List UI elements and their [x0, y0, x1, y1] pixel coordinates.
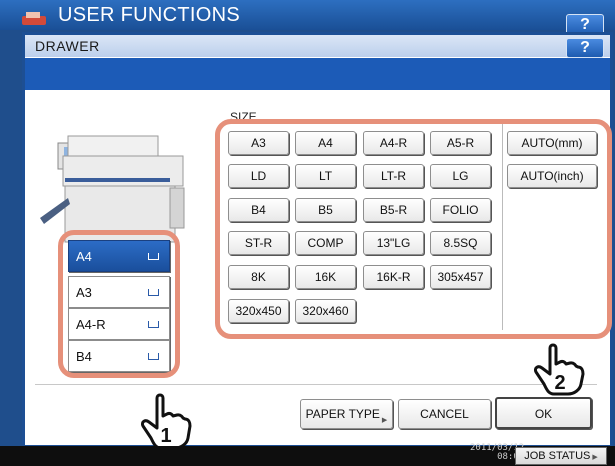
ok-button[interactable]: OK [495, 397, 592, 429]
submenu-arrow-icon: ▶ [381, 417, 388, 424]
printer-illustration [40, 135, 185, 243]
paper-type-label: PAPER TYPE [305, 407, 380, 421]
callout-size-buttons [215, 119, 612, 339]
user-functions-icon [22, 12, 46, 25]
callout-drawer-list [58, 230, 180, 378]
submenu-arrow-icon: ▶ [592, 454, 598, 461]
dialog-message-bar [25, 58, 610, 90]
dialog-title-bar [25, 35, 610, 57]
dialog-title: DRAWER [35, 38, 100, 54]
hand-pointer-icon: 2 [534, 343, 585, 396]
dialog-help-button[interactable]: ? [566, 38, 604, 58]
footer-divider [35, 384, 597, 385]
hand-pointer-icon: 1 [141, 393, 192, 450]
paper-type-button[interactable]: PAPER TYPE ▶ [300, 399, 393, 429]
job-status-button[interactable]: JOB STATUS ▶ [515, 447, 607, 465]
job-status-label: JOB STATUS [524, 450, 591, 462]
cancel-button[interactable]: CANCEL [398, 399, 491, 429]
app-title: USER FUNCTIONS [58, 4, 240, 26]
callout-number-two: 2 [554, 372, 565, 394]
callout-number-one: 1 [160, 425, 171, 447]
